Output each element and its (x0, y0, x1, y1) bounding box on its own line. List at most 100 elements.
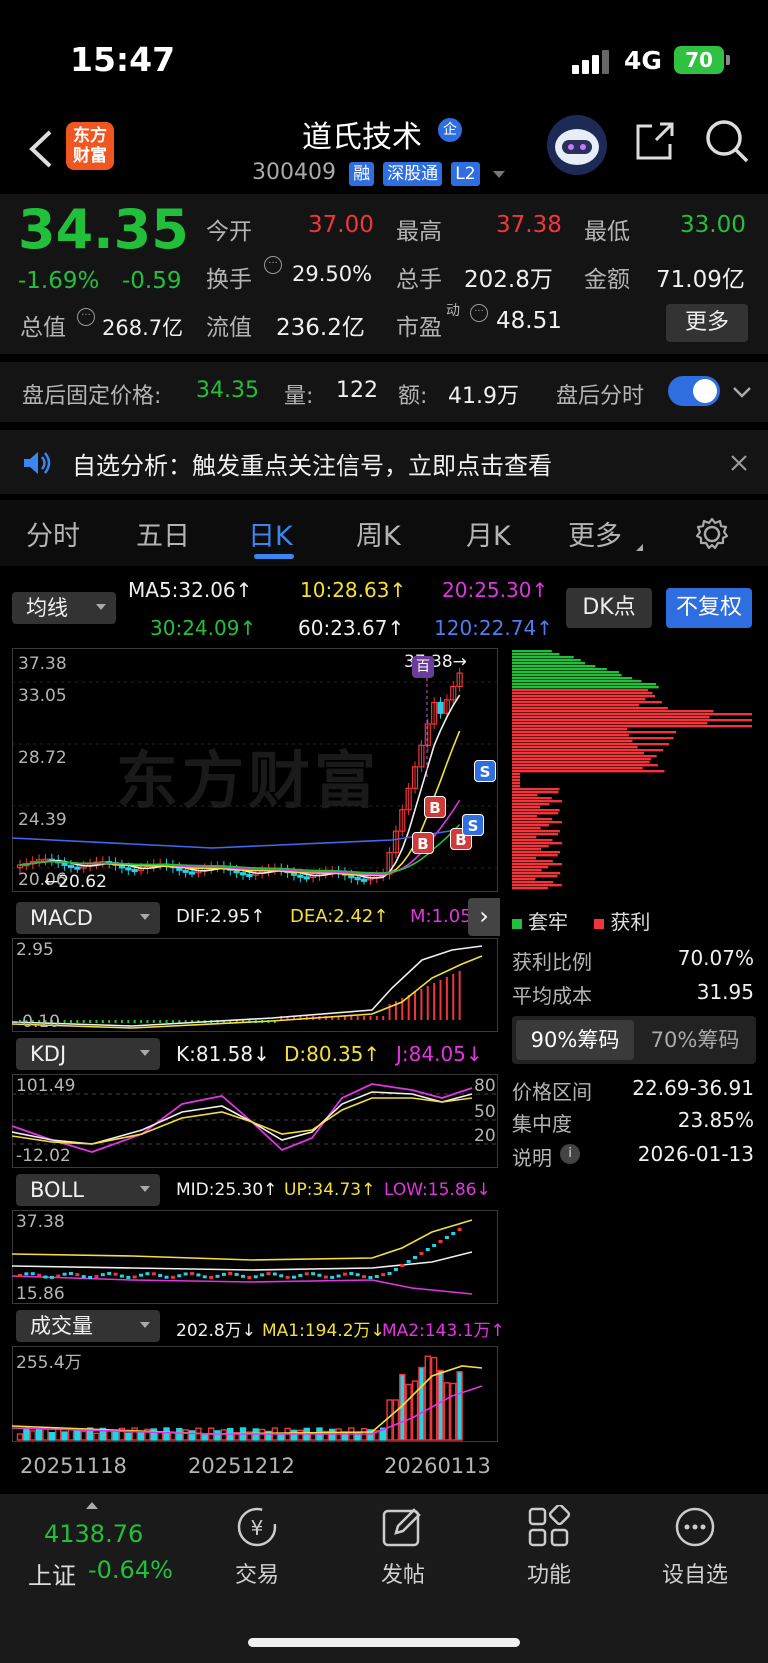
chip-bar (512, 794, 537, 796)
candle-body (241, 873, 246, 875)
more-button[interactable]: 更多 (666, 304, 748, 342)
float-value: 236.2亿 (276, 308, 365, 342)
tab-monthly-k[interactable]: 月K (466, 514, 511, 553)
volume-bar (139, 1431, 144, 1440)
kline-y-label-2: 28.72 (18, 748, 67, 768)
nav-function[interactable]: 功能 (494, 1505, 604, 1589)
back-icon[interactable] (28, 130, 54, 168)
mktcap-value: 268.7亿 (102, 312, 183, 342)
pe-info-icon[interactable]: ··· (470, 304, 488, 322)
ma-selector-caret-icon (96, 604, 106, 610)
tab-five-day[interactable]: 五日 (136, 514, 190, 553)
pe-value: 48.51 (496, 308, 562, 334)
tab-intraday[interactable]: 分时 (26, 514, 80, 553)
app-logo: 东方 财富 (66, 122, 114, 170)
kdj-selector[interactable]: KDJ (16, 1038, 160, 1070)
sell-marker-2[interactable]: S (462, 814, 484, 836)
battery-tip (726, 55, 730, 65)
boll-candle (196, 1273, 200, 1276)
candle-body (247, 874, 252, 876)
indicator-next-button[interactable]: › (468, 898, 500, 936)
status-time: 15:47 (70, 40, 175, 79)
index-change[interactable]: -0.64% (88, 1556, 173, 1584)
chip-bar (512, 686, 659, 688)
boll-selector[interactable]: BOLL (16, 1174, 160, 1206)
float-label: 流值 (206, 308, 252, 342)
chip-bar (512, 677, 632, 679)
boll-candle (292, 1276, 296, 1279)
more-dots-icon (672, 1505, 718, 1549)
ma120-value: 120:22.74↑ (434, 616, 553, 640)
boll-candle (266, 1272, 270, 1275)
notice-bar[interactable]: 自选分析：触发重点关注信号，立即点击查看 (0, 430, 768, 494)
index-value[interactable]: 4138.76 (44, 1520, 143, 1548)
code-chevron-icon[interactable] (493, 171, 505, 178)
date-label-0: 20251118 (20, 1454, 127, 1478)
search-icon[interactable] (704, 118, 750, 164)
chip-bar (512, 779, 520, 781)
chip-bar (512, 851, 560, 853)
volume-bar (202, 1434, 207, 1440)
volume-bar (126, 1433, 131, 1440)
mktcap-info-icon[interactable]: ··· (77, 308, 95, 326)
chip-bar (512, 713, 752, 715)
settings-gear-icon[interactable] (694, 516, 730, 552)
vol-y-top: 255.4万 (16, 1348, 82, 1373)
chip-tab-70[interactable]: 70%筹码 (636, 1020, 754, 1060)
chip-bar (512, 761, 650, 763)
buy-marker-1[interactable]: B (424, 796, 446, 818)
kline-svg (12, 648, 498, 892)
boll-candle (152, 1272, 156, 1275)
candle-body (304, 877, 309, 879)
chip-tab-90[interactable]: 90%筹码 (516, 1020, 634, 1060)
nav-trade[interactable]: ¥ 交易 (202, 1505, 312, 1589)
macd-selector[interactable]: MACD (16, 902, 160, 934)
profit-swatch (594, 919, 604, 929)
tab-weekly-k[interactable]: 周K (356, 514, 401, 553)
volume-bar (190, 1431, 195, 1440)
chip-bar (512, 716, 710, 718)
index-name[interactable]: 上证 (28, 1556, 76, 1591)
nav-add-watchlist[interactable]: 设自选 (640, 1505, 750, 1589)
volume-bar (387, 1400, 392, 1440)
note-info-icon[interactable]: i (560, 1144, 580, 1164)
chip-bar (512, 704, 639, 706)
boll-candle (184, 1272, 188, 1275)
boll-candle (235, 1273, 239, 1276)
adjust-button[interactable]: 不复权 (666, 588, 752, 628)
boll-candle (133, 1276, 137, 1279)
edit-icon (380, 1505, 426, 1549)
share-icon[interactable] (634, 120, 676, 162)
boll-candle (330, 1276, 334, 1279)
chip-bar (512, 728, 627, 730)
expand-chevron-icon[interactable] (732, 386, 752, 398)
nav-post[interactable]: 发帖 (348, 1505, 458, 1589)
boll-low: LOW:15.86↓ (384, 1180, 491, 1200)
dk-point-button[interactable]: DK点 (566, 588, 652, 628)
volume-selector[interactable]: 成交量 (16, 1310, 160, 1342)
afterhours-toggle[interactable] (668, 376, 720, 406)
sell-marker-1[interactable]: S (474, 760, 496, 782)
volume-bar (432, 1358, 437, 1440)
chip-bar (512, 758, 651, 760)
buy-marker-2[interactable]: B (412, 832, 434, 854)
boll-candle (56, 1275, 60, 1278)
kline-y-label-1: 33.05 (18, 686, 67, 706)
tab-more[interactable]: 更多 (568, 514, 622, 553)
close-icon[interactable] (730, 454, 748, 472)
vol-ma2: MA2:143.1万↑ (382, 1316, 505, 1341)
robot-avatar-icon[interactable] (546, 114, 608, 176)
ma-selector[interactable]: 均线 (12, 592, 116, 624)
chip-bar (512, 818, 552, 820)
chip-bar (512, 869, 542, 871)
chip-bar (512, 815, 537, 817)
turnover-info-icon[interactable]: ··· (264, 256, 282, 274)
tab-daily-k[interactable]: 日K (248, 514, 293, 553)
chip-distribution-svg[interactable] (510, 648, 756, 892)
home-indicator (248, 1638, 520, 1647)
avg-cost-value: 31.95 (697, 980, 754, 1004)
volume-bar (24, 1428, 29, 1440)
profit-ratio-value: 70.07% (678, 946, 754, 970)
afterhours-price: 34.35 (196, 378, 259, 403)
volume-bar (451, 1383, 456, 1440)
